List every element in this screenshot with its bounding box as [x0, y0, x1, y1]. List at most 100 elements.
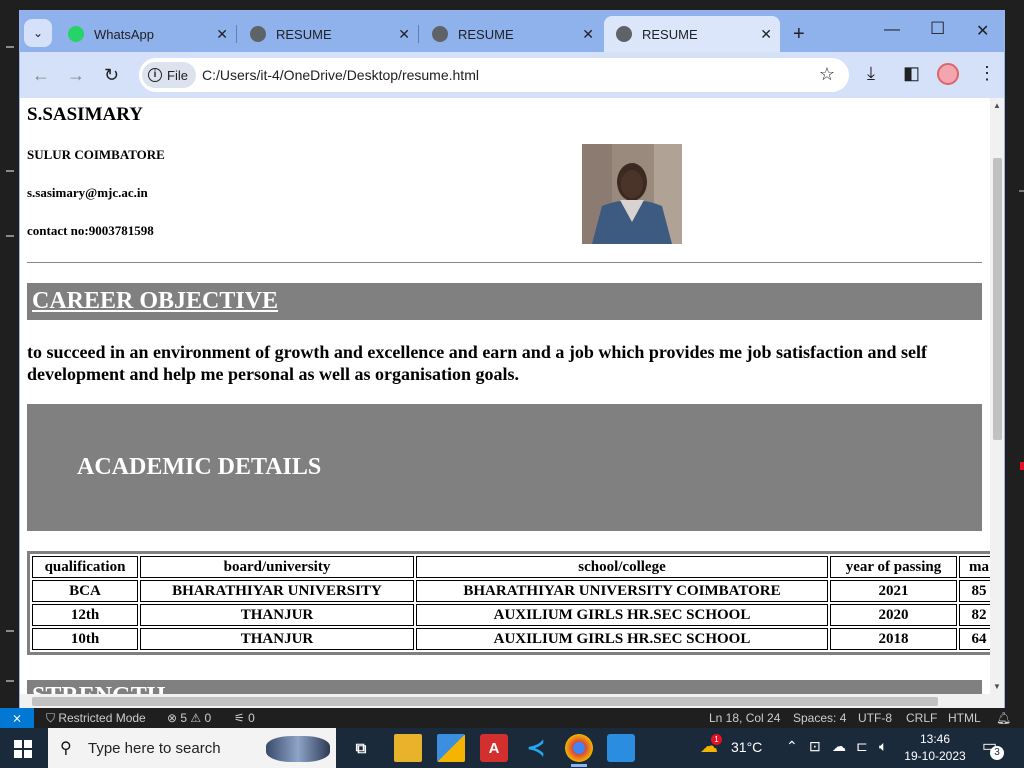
file-explorer-icon[interactable] — [394, 734, 422, 762]
page-content: S.SASIMARY SULUR COIMBATORE s.sasimary@m… — [20, 98, 990, 698]
bell-icon[interactable]: 🔔︎ — [996, 711, 1011, 725]
profile-avatar[interactable] — [937, 63, 959, 85]
table-cell: 2021 — [830, 580, 957, 602]
resume-name: S.SASIMARY — [27, 104, 143, 125]
table-cell: BCA — [32, 580, 138, 602]
taskbar-search[interactable]: ⚲ Type here to search — [48, 728, 336, 768]
table-cell: 82 — [959, 604, 990, 626]
table-cell: THANJUR — [140, 628, 414, 650]
chrome-icon[interactable] — [565, 734, 593, 767]
maximize-button[interactable]: ☐ — [930, 19, 945, 39]
search-placeholder: Type here to search — [88, 740, 221, 757]
scrollbar-thumb[interactable] — [32, 697, 938, 706]
academic-table: qualification board/university school/co… — [30, 554, 990, 652]
table-header-cell: board/university — [140, 556, 414, 578]
reload-icon[interactable]: ↻ — [104, 65, 119, 86]
career-objective-banner: CAREER OBJECTIVE — [27, 283, 982, 320]
globe-icon — [250, 26, 266, 42]
whatsapp-icon — [68, 26, 84, 42]
remote-icon[interactable]: ⨯ — [0, 708, 34, 728]
scrollbar-thumb[interactable] — [993, 158, 1002, 440]
browser-window: ⌄ WhatsApp ✕ RESUME ✕ RESUME ✕ RESUME ✕ … — [19, 10, 1005, 708]
table-header-cell: year of passing — [830, 556, 957, 578]
globe-icon — [432, 26, 448, 42]
site-info-chip[interactable]: i File — [142, 62, 196, 88]
search-highlight-image — [266, 736, 330, 762]
forward-arrow-icon[interactable]: → — [67, 65, 85, 86]
bookmark-star-icon[interactable]: ☆ — [819, 64, 835, 85]
globe-icon — [616, 26, 632, 42]
vscode-icon[interactable]: ≺ — [522, 734, 550, 762]
photos-icon[interactable] — [607, 734, 635, 762]
tab-title: RESUME — [276, 26, 332, 42]
taskbar-clock[interactable]: 13:46 19-10-2023 — [900, 731, 970, 765]
scroll-up-icon[interactable]: ▲ — [993, 101, 1001, 110]
task-view-icon[interactable]: ⧉ — [347, 734, 375, 762]
career-objective-heading: CAREER OBJECTIVE — [32, 288, 279, 314]
scroll-down-icon[interactable]: ▼ — [993, 682, 1001, 691]
profile-photo — [582, 144, 682, 244]
url-text[interactable]: C:/Users/it-4/OneDrive/Desktop/resume.ht… — [202, 67, 479, 83]
table-header-cell: ma — [959, 556, 990, 578]
horizontal-scrollbar[interactable] — [20, 694, 1004, 708]
table-cell: AUXILIUM GIRLS HR.SEC SCHOOL — [416, 604, 828, 626]
broadcast-icon: ⚟ — [234, 711, 249, 725]
ports-status[interactable]: ⚟ 0 — [234, 711, 255, 725]
tab-whatsapp[interactable]: WhatsApp ✕ — [56, 16, 237, 52]
error-count: 5 — [180, 711, 188, 725]
chevron-up-icon[interactable]: ⌃ — [786, 738, 798, 755]
cursor-position[interactable]: Ln 18, Col 24 — [709, 711, 780, 725]
minimize-button[interactable]: — — [884, 21, 900, 39]
new-tab-button[interactable]: + — [793, 23, 805, 46]
windows-start-icon[interactable] — [14, 740, 32, 758]
speaker-icon[interactable]: 🔈︎ — [879, 738, 887, 755]
table-row: 10th THANJUR AUXILIUM GIRLS HR.SEC SCHOO… — [32, 628, 990, 650]
encoding-status[interactable]: UTF-8 — [858, 711, 892, 725]
table-header-row: qualification board/university school/co… — [32, 556, 990, 578]
network-icon[interactable]: ⊏ — [856, 738, 868, 755]
problems-status[interactable]: ⊗ 5 ⚠ 0 — [167, 711, 211, 725]
eol-status[interactable]: CRLF — [906, 711, 937, 725]
vscode-editor-edge — [1005, 0, 1024, 708]
back-arrow-icon[interactable]: ← — [32, 65, 50, 86]
table-header-cell: school/college — [416, 556, 828, 578]
window-close-button[interactable]: ✕ — [976, 21, 989, 41]
side-panel-icon[interactable]: ◧ — [903, 63, 920, 84]
desktop-top-strip — [0, 0, 1024, 10]
more-menu-icon[interactable]: ⋮ — [978, 63, 996, 84]
acrobat-icon[interactable]: A — [480, 734, 508, 762]
weather-temp[interactable]: 31°C — [731, 739, 762, 755]
meet-icon[interactable]: ⊡ — [809, 738, 821, 755]
close-icon[interactable]: ✕ — [760, 26, 772, 43]
career-objective-text: to succeed in an environment of growth a… — [27, 342, 928, 384]
vscode-status-bar: ⨯ ⛉ Restricted Mode ⊗ 5 ⚠ 0 ⚟ 0 Ln 18, C… — [0, 708, 1024, 728]
tab-resume-2[interactable]: RESUME ✕ — [420, 16, 602, 52]
vertical-scrollbar[interactable]: ▲ ▼ — [990, 98, 1004, 694]
search-icon: ⚲ — [60, 740, 72, 757]
microsoft-store-icon[interactable] — [437, 734, 465, 762]
table-row: BCA BHARATHIYAR UNIVERSITY BHARATHIYAR U… — [32, 580, 990, 602]
address-bar[interactable]: i File C:/Users/it-4/OneDrive/Desktop/re… — [139, 58, 849, 92]
warning-count: 0 — [204, 711, 212, 725]
restricted-mode-status[interactable]: ⛉ Restricted Mode — [46, 711, 146, 726]
close-icon[interactable]: ✕ — [582, 26, 594, 43]
table-cell: BHARATHIYAR UNIVERSITY COIMBATORE — [416, 580, 828, 602]
table-cell: 2020 — [830, 604, 957, 626]
indentation-status[interactable]: Spaces: 4 — [793, 711, 846, 725]
resume-email: s.sasimary@mjc.ac.in — [27, 185, 148, 200]
table-cell: THANJUR — [140, 604, 414, 626]
tab-resume-active[interactable]: RESUME ✕ — [604, 16, 780, 52]
download-icon[interactable]: ⤓ — [867, 63, 875, 84]
close-icon[interactable]: ✕ — [216, 26, 228, 43]
tab-resume-1[interactable]: RESUME ✕ — [238, 16, 419, 52]
cloud-icon[interactable]: ☁ — [832, 738, 846, 755]
close-icon[interactable]: ✕ — [398, 26, 410, 43]
table-cell: 10th — [32, 628, 138, 650]
language-mode[interactable]: HTML — [948, 711, 981, 725]
table-cell: 2018 — [830, 628, 957, 650]
table-header-cell: qualification — [32, 556, 138, 578]
academic-table-frame: qualification board/university school/co… — [27, 551, 990, 655]
divider — [27, 262, 982, 263]
notification-icon[interactable]: ▭ 3 — [982, 736, 1004, 760]
tab-search-button[interactable]: ⌄ — [24, 19, 52, 47]
